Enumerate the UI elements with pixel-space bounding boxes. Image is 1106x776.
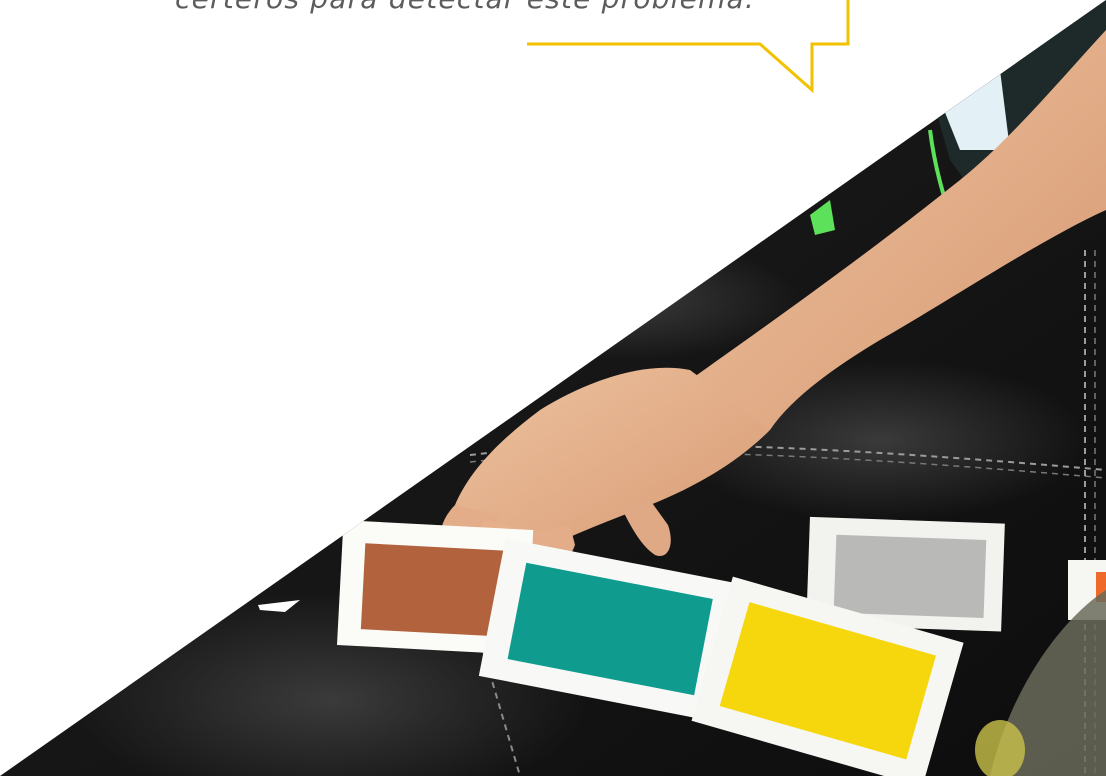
page: certeros para detectar este problema. xyxy=(0,0,1106,776)
color-cards-photo xyxy=(0,0,1106,776)
photo-clipped-area xyxy=(0,0,1106,776)
caption-text: certeros para detectar este problema. xyxy=(175,0,835,15)
